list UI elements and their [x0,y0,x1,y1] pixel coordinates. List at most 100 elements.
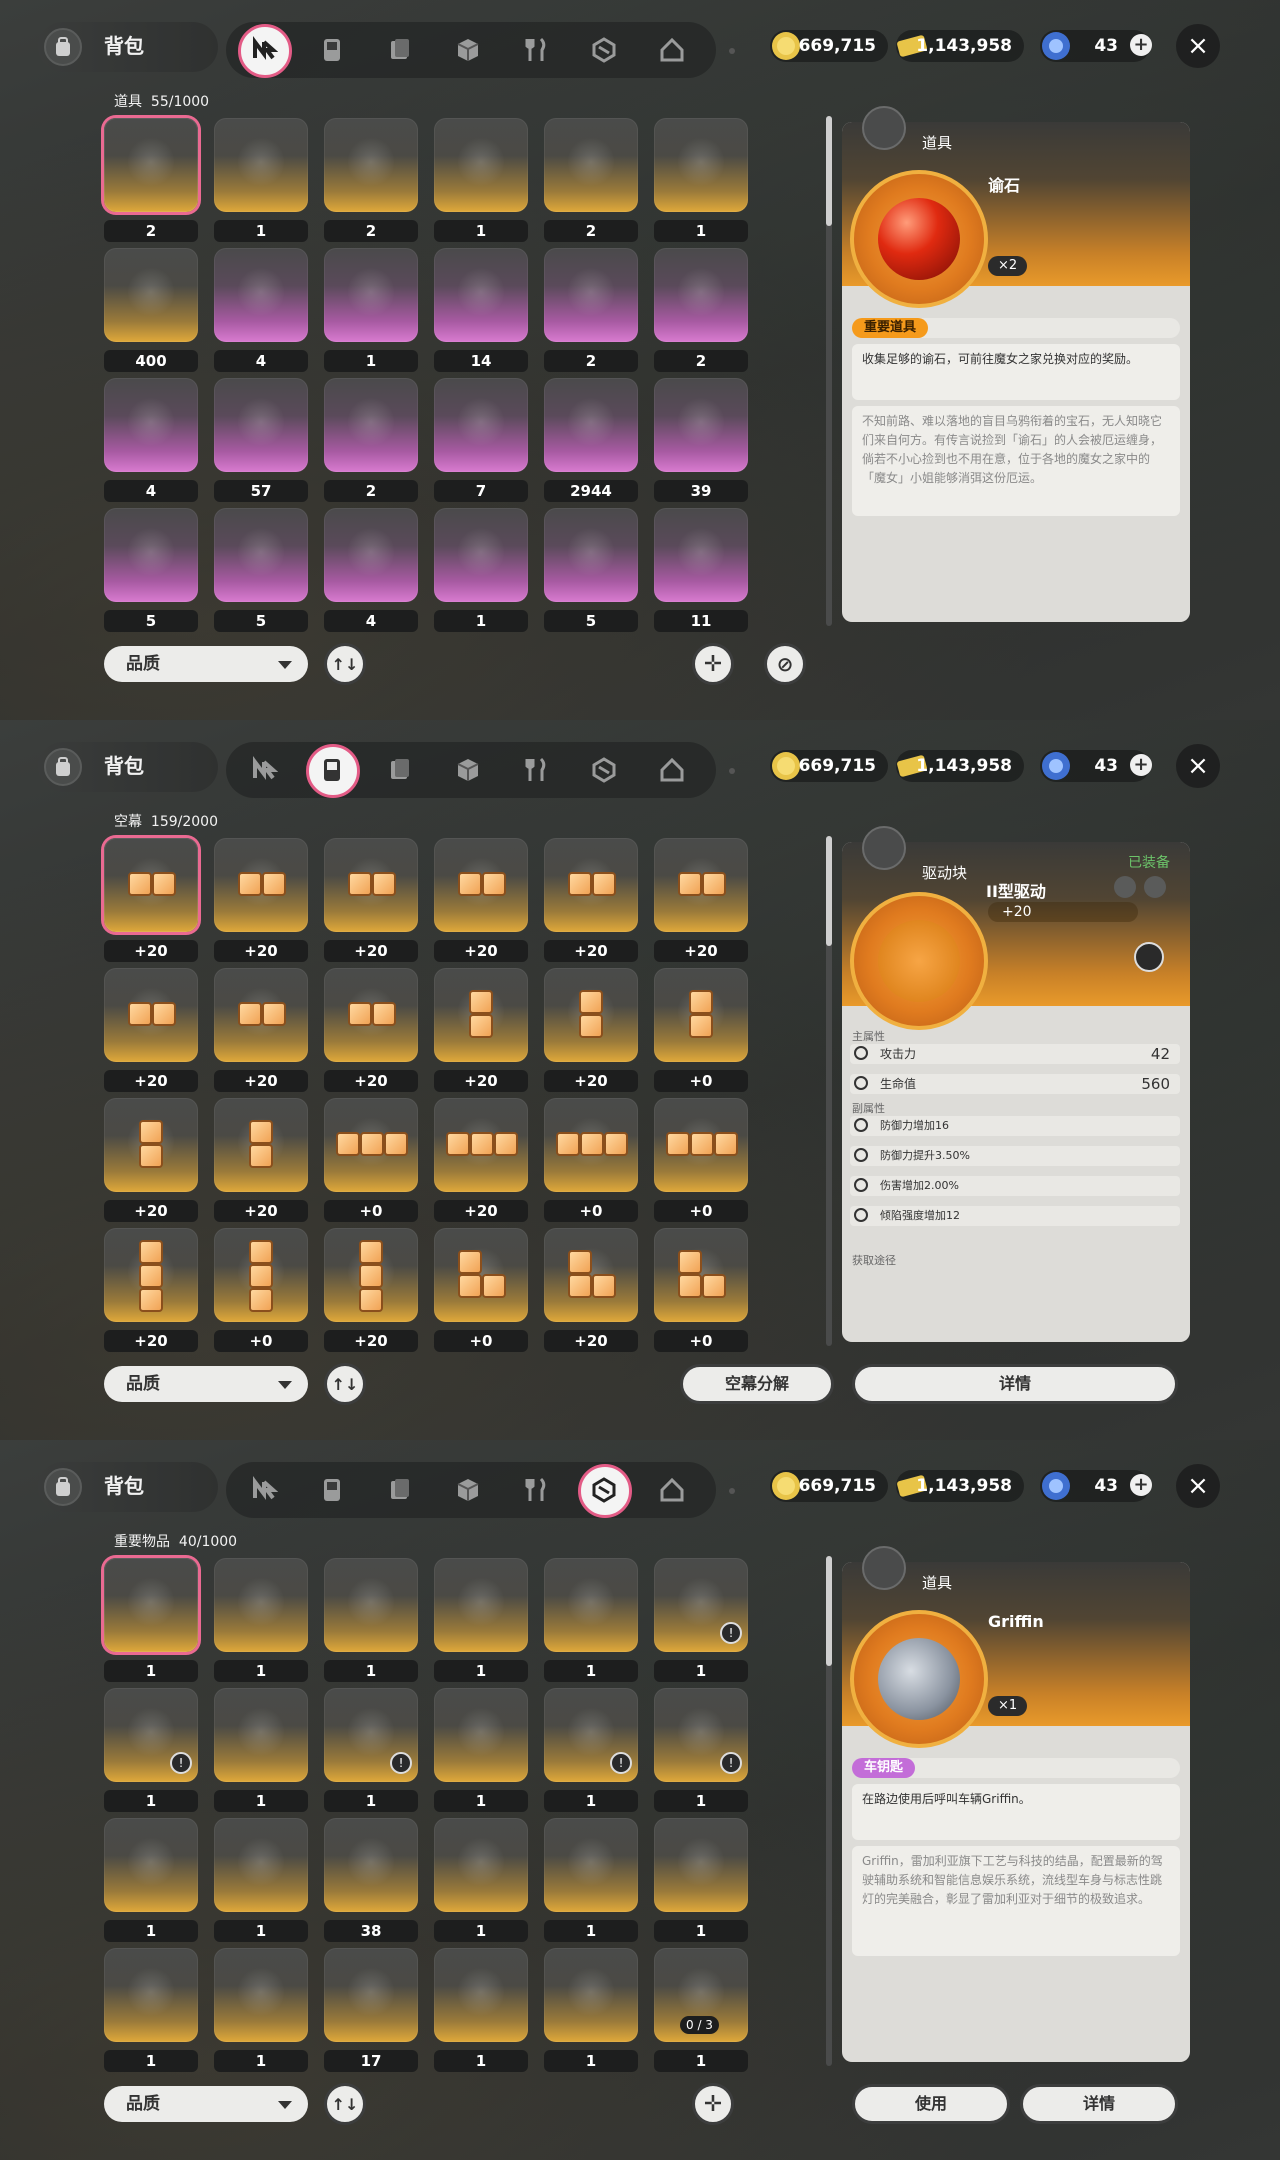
tab-nethra[interactable] [236,1462,292,1518]
grid-item[interactable] [434,508,528,602]
grid-item[interactable] [544,1098,638,1192]
crystal-currency[interactable]: 43 + [1040,1470,1152,1502]
tab-key-items[interactable] [576,22,632,78]
grid-item[interactable] [324,378,418,472]
grid-item[interactable] [214,118,308,212]
grid-item[interactable] [324,1558,418,1652]
grid-item[interactable] [544,838,638,932]
add-crystal-icon[interactable]: + [1130,34,1152,56]
sort-order-button[interactable]: ↑↓ [324,2083,366,2125]
grid-item[interactable] [654,1818,748,1912]
grid-item[interactable] [324,838,418,932]
tab-food[interactable] [508,1462,564,1518]
locate-button[interactable]: ✛ [692,2083,734,2125]
tab-home[interactable] [644,742,700,798]
grid-item[interactable] [324,1818,418,1912]
grid-item[interactable] [544,1948,638,2042]
grid-item[interactable]: ! [654,1688,748,1782]
grid-item[interactable]: ! [324,1688,418,1782]
grid-item[interactable] [434,1098,528,1192]
sort-order-button[interactable]: ↑↓ [324,1363,366,1405]
tab-drive-disc[interactable] [304,22,360,78]
grid-item[interactable] [654,118,748,212]
tab-box[interactable] [440,22,496,78]
grid-item[interactable] [324,248,418,342]
grid-item[interactable] [324,508,418,602]
grid-item[interactable] [214,1818,308,1912]
hide-button[interactable]: ⊘ [764,643,806,685]
scroll-thumb[interactable] [826,1556,832,1666]
crystal-currency[interactable]: 43 + [1040,30,1152,62]
quality-filter-dropdown[interactable]: 品质 [104,2086,308,2122]
tab-home[interactable] [644,1462,700,1518]
grid-item[interactable] [324,1098,418,1192]
details-button[interactable]: 详情 [852,1364,1178,1404]
grid-item[interactable] [214,1098,308,1192]
tab-drive-disc[interactable] [304,1462,360,1518]
tab-key-items[interactable] [576,1462,632,1518]
quality-filter-dropdown[interactable]: 品质 [104,1366,308,1402]
grid-item[interactable] [214,248,308,342]
scroll-thumb[interactable] [826,836,832,946]
grid-item[interactable] [214,968,308,1062]
grid-item[interactable] [104,248,198,342]
grid-scrollbar[interactable] [826,836,832,1346]
grid-item[interactable] [654,248,748,342]
sort-order-button[interactable]: ↑↓ [324,643,366,685]
grid-item[interactable] [214,838,308,932]
grid-item[interactable] [544,378,638,472]
grid-item[interactable] [324,118,418,212]
tab-docs[interactable] [372,22,428,78]
grid-item[interactable] [654,968,748,1062]
tab-food[interactable] [508,22,564,78]
lock-icon[interactable] [1144,876,1166,898]
grid-item[interactable] [544,1558,638,1652]
grid-item[interactable]: ! [654,1558,748,1652]
grid-item[interactable] [654,378,748,472]
grid-item[interactable] [654,508,748,602]
tab-nethra[interactable] [236,742,292,798]
grid-scrollbar[interactable] [826,1556,832,2066]
tab-key-items[interactable] [576,742,632,798]
grid-item[interactable] [434,378,528,472]
crystal-currency[interactable]: 43 + [1040,750,1152,782]
grid-item[interactable] [544,118,638,212]
grid-item[interactable] [104,508,198,602]
grid-item[interactable] [104,838,198,932]
tab-docs[interactable] [372,1462,428,1518]
grid-item[interactable] [434,118,528,212]
grid-item[interactable] [324,968,418,1062]
grid-item[interactable] [654,1228,748,1322]
grid-item[interactable] [324,1948,418,2042]
close-button[interactable]: × [1176,744,1220,788]
grid-item[interactable] [104,1818,198,1912]
quality-filter-dropdown[interactable]: 品质 [104,646,308,682]
grid-item[interactable] [434,1948,528,2042]
tab-food[interactable] [508,742,564,798]
grid-item[interactable] [434,968,528,1062]
grid-item[interactable] [544,508,638,602]
grid-item[interactable] [104,118,198,212]
grid-item[interactable] [104,378,198,472]
close-button[interactable]: × [1176,24,1220,68]
grid-item[interactable] [544,248,638,342]
grid-item[interactable] [434,248,528,342]
tab-nethra[interactable] [236,22,292,78]
grid-item[interactable] [104,1558,198,1652]
grid-item[interactable] [544,1818,638,1912]
grid-item[interactable] [434,1688,528,1782]
grid-item[interactable] [324,1228,418,1322]
trash-icon[interactable] [1114,876,1136,898]
grid-item[interactable] [214,508,308,602]
decompose-button[interactable]: 空幕分解 [680,1364,834,1404]
grid-item[interactable] [104,1228,198,1322]
locate-button[interactable]: ✛ [692,643,734,685]
tab-docs[interactable] [372,742,428,798]
grid-scrollbar[interactable] [826,116,832,626]
tab-drive-disc[interactable] [304,742,360,798]
grid-item[interactable] [214,1688,308,1782]
grid-item[interactable] [434,838,528,932]
close-button[interactable]: × [1176,1464,1220,1508]
tab-box[interactable] [440,742,496,798]
grid-item[interactable] [654,1098,748,1192]
